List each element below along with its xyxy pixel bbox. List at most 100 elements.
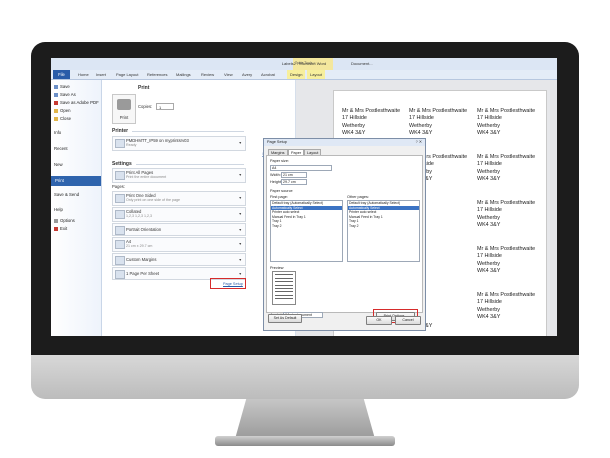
new-label: New (54, 162, 63, 167)
chevron-down-icon: ▼ (238, 228, 242, 232)
save-icon (54, 84, 58, 89)
print-button[interactable]: Print (112, 94, 136, 124)
tab-mailings[interactable]: Mailings (176, 72, 191, 77)
ok-button[interactable]: OK (366, 316, 392, 325)
pages-per-sheet-icon (115, 270, 125, 279)
backstage-open[interactable]: Open (54, 108, 71, 113)
other-pages-tray-list[interactable]: Default tray (Automatically Select) Auto… (347, 200, 420, 262)
file-tab[interactable]: File (53, 70, 70, 79)
monitor-chin (31, 355, 579, 399)
tab-layout[interactable]: Layout (307, 70, 326, 79)
dialog-close-icon[interactable]: ? ✕ (416, 139, 422, 144)
printer-select[interactable]: PMDHMTT_IP59 on myprintsrv03 Ready ▼ (112, 136, 246, 151)
cancel-button[interactable]: Cancel (395, 316, 421, 325)
print-button-label: Print (119, 115, 129, 120)
width-label: Width: (270, 173, 281, 177)
backstage-help[interactable]: Help (54, 207, 63, 212)
first-page-tray-list[interactable]: Default tray (Automatically Select) Auto… (270, 200, 343, 262)
chevron-down-icon: ▼ (238, 141, 242, 145)
label-cell: Mr & Mrs Postlesthwaite17 HillsideWether… (477, 154, 536, 183)
tray-option[interactable]: Tray 2 (348, 224, 419, 229)
options-icon (54, 218, 58, 223)
setting-print-all-pages[interactable]: Print All Pages Print the entire document… (112, 168, 246, 183)
tray-option[interactable]: Tray 2 (271, 224, 342, 229)
printer-heading: Printer (112, 128, 129, 134)
folder-icon (54, 108, 58, 113)
setting-one-sided[interactable]: Print One Sided Only print on one side of… (112, 191, 246, 206)
chevron-down-icon: ▼ (238, 272, 242, 276)
one-sided-icon (115, 194, 125, 203)
pages-icon (115, 171, 125, 180)
backstage-save-as[interactable]: Save As (54, 92, 76, 97)
tab-home[interactable]: Home (78, 72, 89, 77)
paper-size-icon (115, 240, 125, 249)
backstage-print-active[interactable]: Print (51, 176, 101, 186)
backstage-recent[interactable]: Recent (54, 146, 68, 151)
dialog-preview-page (272, 271, 296, 305)
setting-collated[interactable]: Collated 1,2,3 1,2,3 1,2,3 ▼ (112, 207, 246, 222)
setting-margins[interactable]: Custom Margins ▼ (112, 253, 246, 266)
tab-references[interactable]: References (147, 72, 167, 77)
title-bar: Table Tools Labels2 - Microsoft Word Doc… (51, 58, 557, 70)
info-label: Info (54, 130, 62, 135)
printer-icon (117, 99, 131, 110)
copies-label: Copies: (138, 104, 153, 109)
backstage-options[interactable]: Options (54, 218, 75, 223)
save-label: Save (60, 84, 70, 89)
close-label: Close (60, 116, 71, 121)
tab-avery[interactable]: Avery (242, 72, 252, 77)
setting-paper-size[interactable]: A4 21 cm x 29.7 cm ▼ (112, 237, 246, 252)
backstage-save[interactable]: Save (54, 84, 70, 89)
tab-design[interactable]: Design (287, 70, 306, 79)
page-setup-dialog: Page Setup ? ✕ Margins Paper Layout Pape… (263, 138, 426, 331)
chevron-down-icon: ▼ (238, 173, 242, 177)
recent-label: Recent (54, 146, 68, 151)
label-cell: Mr & Mrs Postlesthwaite17 HillsideWether… (477, 108, 536, 137)
backstage-new[interactable]: New (54, 162, 63, 167)
screen: Table Tools Labels2 - Microsoft Word Doc… (51, 58, 557, 336)
close-doc-icon (54, 116, 58, 121)
settings-heading: Settings (112, 161, 132, 167)
setting-title: Portrait Orientation (126, 227, 162, 232)
backstage-info[interactable]: Info (54, 130, 61, 135)
printer-device-icon (115, 139, 125, 148)
page-setup-highlight (210, 278, 246, 289)
other-pages-label: Other pages: (347, 195, 369, 199)
exit-icon (54, 226, 58, 231)
save-send-label: Save & Send (54, 192, 80, 197)
copies-input[interactable]: 1 (156, 103, 174, 110)
backstage-exit[interactable]: Exit (54, 226, 67, 231)
setting-orientation[interactable]: Portrait Orientation ▼ (112, 223, 246, 236)
orientation-icon (115, 226, 125, 235)
printer-status: Ready (126, 143, 137, 147)
pages-label: Pages: (112, 184, 126, 189)
chevron-down-icon: ▼ (238, 258, 242, 262)
pdf-icon (54, 100, 58, 105)
chevron-down-icon: ▼ (238, 196, 242, 200)
save-as-icon (54, 92, 58, 97)
backstage-close[interactable]: Close (54, 116, 71, 121)
tab-page-layout[interactable]: Page Layout (116, 72, 138, 77)
help-label: Help (54, 207, 63, 212)
preview-label: Preview (270, 266, 284, 270)
monitor-stand (235, 399, 375, 439)
tab-insert[interactable]: Insert (96, 72, 106, 77)
paper-size-select[interactable]: A4 (270, 165, 332, 171)
width-input[interactable]: 21 cm (281, 172, 307, 178)
backstage-save-pdf[interactable]: Save as Adobe PDF (54, 100, 99, 105)
tab-view[interactable]: View (224, 72, 233, 77)
height-input[interactable]: 29.7 cm (281, 179, 307, 185)
collated-icon (115, 210, 125, 219)
setting-title: Custom Margins (126, 257, 157, 262)
backstage-save-send[interactable]: Save & Send (54, 192, 79, 197)
first-page-label: First page: (270, 195, 288, 199)
tab-acrobat[interactable]: Acrobat (261, 72, 275, 77)
save-as-label: Save As (60, 92, 76, 97)
label-cell: Mr & Mrs Postlesthwaite17 HillsideWether… (342, 108, 401, 137)
set-as-default-button[interactable]: Set As Default (268, 314, 302, 323)
paper-size-label: Paper size: (270, 159, 289, 163)
tab-review[interactable]: Review (201, 72, 214, 77)
label-cell: Mr & Mrs Postlesthwaite17 HillsideWether… (409, 108, 468, 137)
label-cell: Mr & Mrs Postlesthwaite17 HillsideWether… (477, 292, 536, 321)
title-caption: Document... (351, 61, 373, 66)
